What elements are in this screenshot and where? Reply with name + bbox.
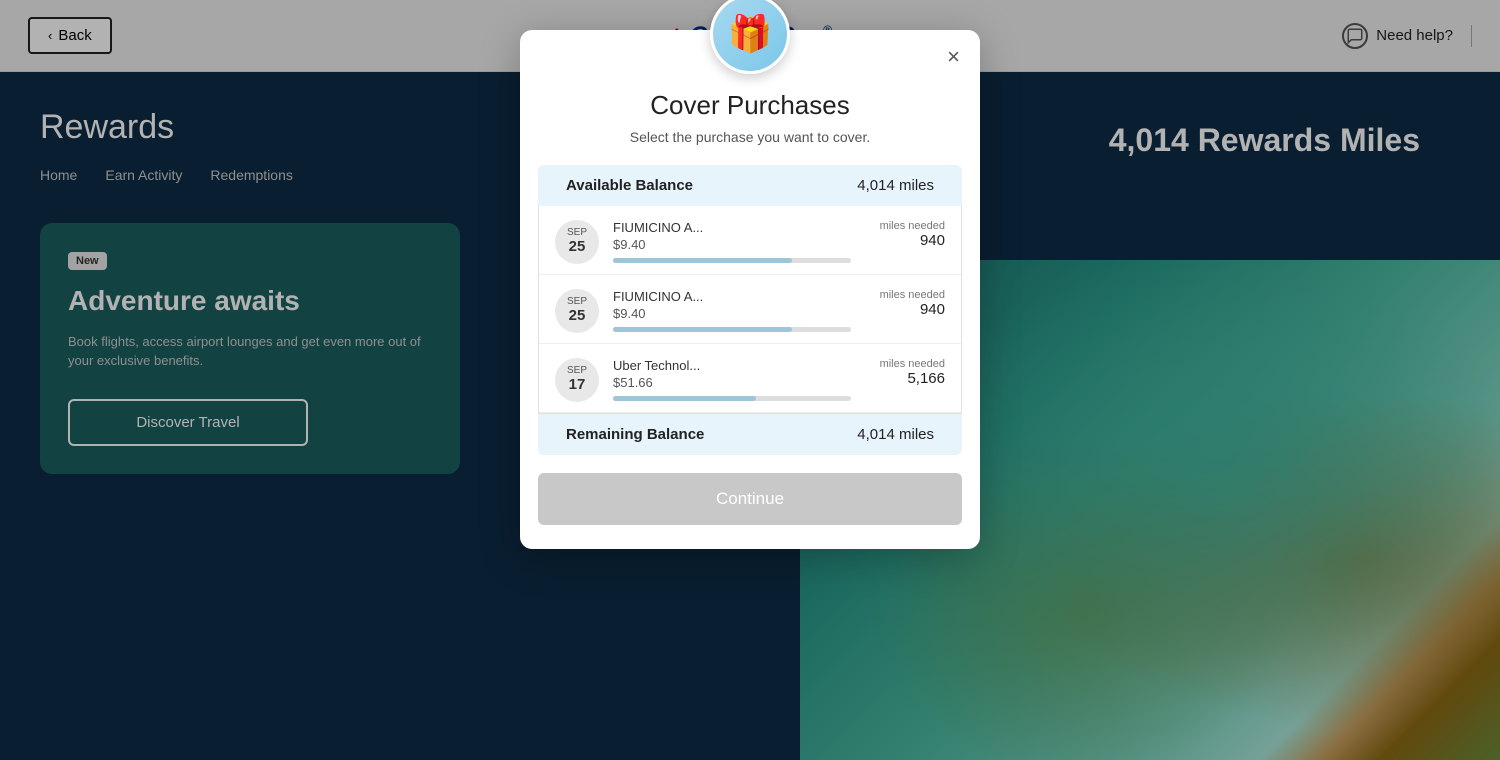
available-balance-label: Available Balance	[566, 177, 693, 194]
purchase-info-1: FIUMICINO A... $9.40	[613, 289, 851, 332]
remaining-balance-row: Remaining Balance 4,014 miles	[538, 414, 962, 455]
progress-bar-bg-0	[613, 258, 851, 263]
purchase-name-0: FIUMICINO A...	[613, 220, 851, 235]
available-balance-value: 4,014 miles	[857, 177, 934, 194]
progress-bar-fill-0	[613, 258, 792, 263]
progress-bar-fill-2	[613, 396, 756, 401]
miles-needed-value-2: 5,166	[865, 370, 945, 387]
purchase-name-2: Uber Technol...	[613, 358, 851, 373]
miles-needed-label-2: miles needed	[865, 358, 945, 370]
purchase-amount-1: $9.40	[613, 306, 851, 321]
purchase-item-0[interactable]: Sep 25 FIUMICINO A... $9.40 miles needed…	[539, 206, 961, 275]
progress-bar-bg-2	[613, 396, 851, 401]
modal-subtitle: Select the purchase you want to cover.	[520, 129, 980, 145]
date-month-1: Sep	[567, 297, 587, 307]
gift-icon: 🎁	[710, 0, 790, 74]
miles-needed-label-1: miles needed	[865, 289, 945, 301]
date-day-1: 25	[569, 307, 586, 325]
purchase-name-1: FIUMICINO A...	[613, 289, 851, 304]
date-month-0: Sep	[567, 228, 587, 238]
purchase-item-1[interactable]: Sep 25 FIUMICINO A... $9.40 miles needed…	[539, 275, 961, 344]
purchase-amount-0: $9.40	[613, 237, 851, 252]
progress-bar-fill-1	[613, 327, 792, 332]
purchase-amount-2: $51.66	[613, 375, 851, 390]
remaining-balance-value: 4,014 miles	[857, 426, 934, 443]
purchase-list: Sep 25 FIUMICINO A... $9.40 miles needed…	[538, 206, 962, 414]
modal-title: Cover Purchases	[520, 90, 980, 121]
purchase-info-0: FIUMICINO A... $9.40	[613, 220, 851, 263]
available-balance-row: Available Balance 4,014 miles	[538, 165, 962, 206]
cover-purchases-modal: 🎁 × Cover Purchases Select the purchase …	[520, 30, 980, 549]
continue-button[interactable]: Continue	[538, 473, 962, 525]
date-badge-2: Sep 17	[555, 358, 599, 402]
date-day-0: 25	[569, 238, 586, 256]
date-month-2: Sep	[567, 366, 587, 376]
miles-needed-value-0: 940	[865, 232, 945, 249]
miles-needed-1: miles needed 940	[865, 289, 945, 318]
date-badge-0: Sep 25	[555, 220, 599, 264]
date-day-2: 17	[569, 376, 586, 394]
miles-needed-value-1: 940	[865, 301, 945, 318]
modal-icon-area: 🎁	[520, 0, 980, 74]
remaining-balance-label: Remaining Balance	[566, 426, 704, 443]
miles-needed-label-0: miles needed	[865, 220, 945, 232]
modal-close-button[interactable]: ×	[947, 46, 960, 68]
progress-bar-bg-1	[613, 327, 851, 332]
miles-needed-2: miles needed 5,166	[865, 358, 945, 387]
purchase-item-2[interactable]: Sep 17 Uber Technol... $51.66 miles need…	[539, 344, 961, 413]
purchase-info-2: Uber Technol... $51.66	[613, 358, 851, 401]
date-badge-1: Sep 25	[555, 289, 599, 333]
miles-needed-0: miles needed 940	[865, 220, 945, 249]
